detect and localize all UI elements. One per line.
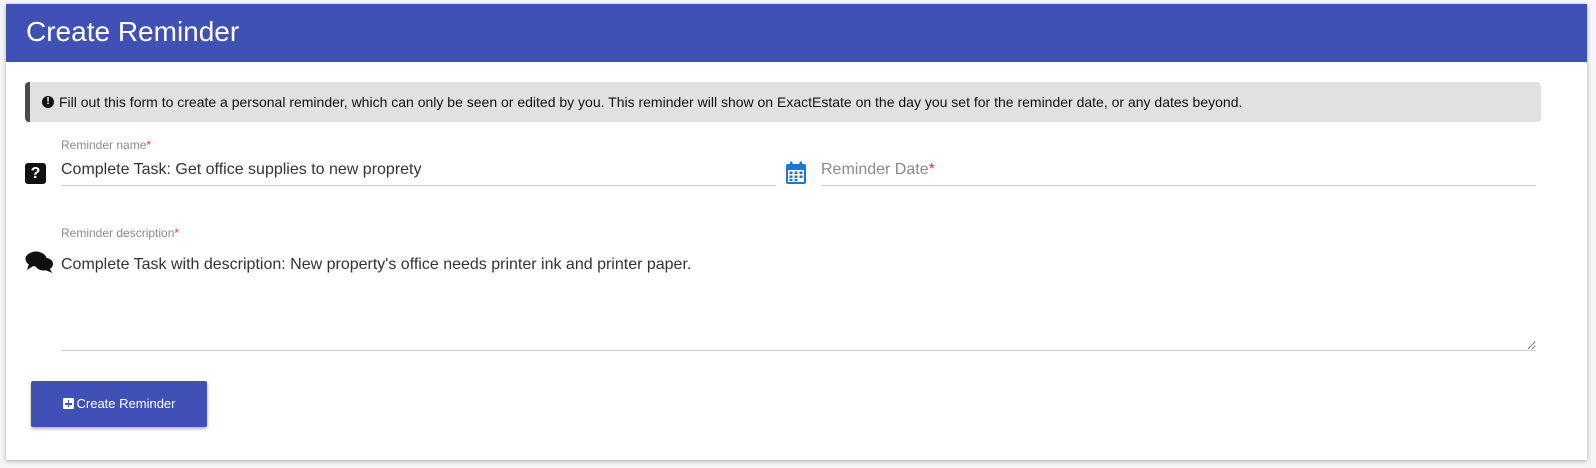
reminder-description-label: Reminder description* xyxy=(61,226,180,240)
reminder-name-label: Reminder name* xyxy=(61,138,152,152)
reminder-date-placeholder: Reminder Date* xyxy=(821,161,935,178)
comments-icon xyxy=(25,251,53,273)
required-mark: * xyxy=(146,138,152,152)
page-title: Create Reminder xyxy=(26,16,240,47)
required-mark: * xyxy=(174,226,180,240)
required-mark: * xyxy=(928,161,935,178)
create-reminder-card: Create Reminder ! Fill out this form to … xyxy=(6,4,1587,460)
calendar-icon[interactable] xyxy=(785,161,807,185)
create-reminder-button[interactable]: Create Reminder xyxy=(31,381,207,427)
card-header: Create Reminder xyxy=(6,4,1587,62)
reminder-description-textarea[interactable]: Complete Task with description: New prop… xyxy=(61,256,1536,351)
reminder-date-input[interactable]: Reminder Date* xyxy=(821,155,1536,186)
exclamation-circle-icon: ! xyxy=(42,96,54,108)
info-alert: ! Fill out this form to create a persona… xyxy=(25,82,1541,122)
create-reminder-button-label: Create Reminder xyxy=(76,396,176,411)
plus-square-icon xyxy=(62,398,74,409)
reminder-name-input[interactable] xyxy=(61,155,776,186)
question-square-icon: ? xyxy=(25,163,46,184)
info-alert-text: Fill out this form to create a personal … xyxy=(59,94,1243,110)
